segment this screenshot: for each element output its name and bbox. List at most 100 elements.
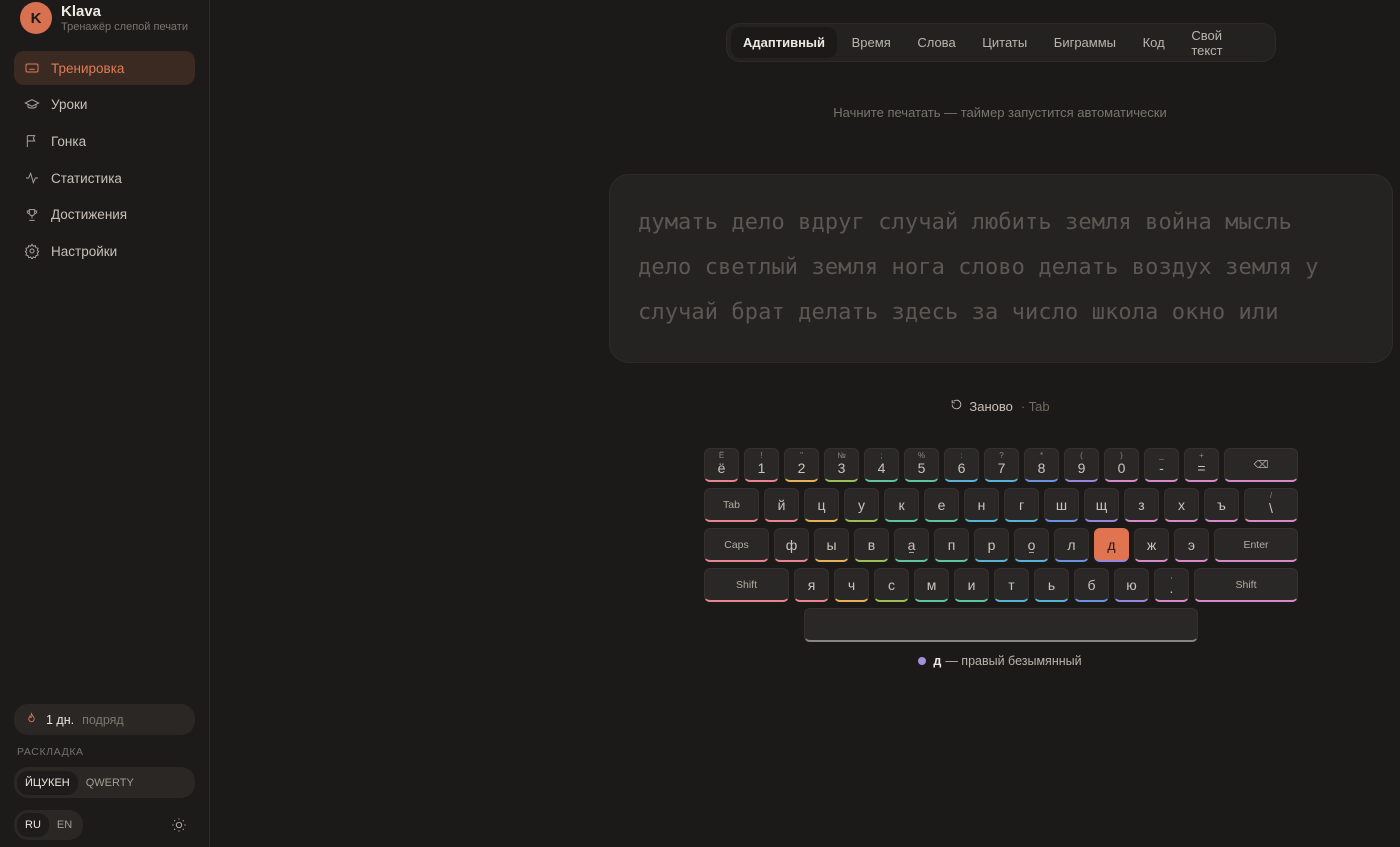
key[interactable]: (9: [1064, 448, 1099, 482]
home-key-bump: [1029, 552, 1034, 553]
restart-button[interactable]: Заново: [969, 399, 1012, 414]
key-label: е: [937, 496, 946, 513]
key[interactable]: Ёё: [704, 448, 739, 482]
key[interactable]: " 2: [784, 448, 819, 482]
key[interactable]: + =: [1184, 448, 1219, 482]
key-label: Enter: [1243, 538, 1269, 551]
space-key[interactable]: [804, 608, 1198, 642]
brand[interactable]: K Klava Тренажёр слепой печати: [20, 2, 188, 34]
key[interactable]: ц: [804, 488, 839, 522]
key[interactable]: д: [1094, 528, 1129, 562]
key[interactable]: о: [1014, 528, 1049, 562]
sidebar-item-graduation-cap[interactable]: Уроки: [14, 88, 195, 122]
streak-badge: 1 дн. подряд: [14, 704, 195, 735]
tab-mode[interactable]: Слова: [905, 27, 967, 58]
text-line: случай брат делать здесь за число школа …: [638, 300, 1279, 325]
key[interactable]: я: [794, 568, 829, 602]
key[interactable]: г: [1004, 488, 1039, 522]
key[interactable]: б: [1074, 568, 1109, 602]
key[interactable]: ы: [814, 528, 849, 562]
key[interactable]: у: [844, 488, 879, 522]
layout-option-qwerty[interactable]: QWERTY: [78, 771, 142, 795]
key[interactable]: е: [924, 488, 959, 522]
key[interactable]: ю: [1114, 568, 1149, 602]
sidebar-item-keyboard[interactable]: Тренировка: [14, 51, 195, 85]
key[interactable]: и: [954, 568, 989, 602]
key[interactable]: Tab: [704, 488, 759, 522]
key[interactable]: в: [854, 528, 889, 562]
key[interactable]: _ -: [1144, 448, 1179, 482]
sidebar: K Klava Тренажёр слепой печати Тренировк…: [0, 0, 210, 847]
sidebar-item-activity[interactable]: Статистика: [14, 161, 195, 195]
key[interactable]: № 3: [824, 448, 859, 482]
text-line: думать дело вдруг случай любить земля во…: [638, 210, 1292, 235]
finger-color-dot: [918, 657, 927, 665]
key[interactable]: н: [964, 488, 999, 522]
key[interactable]: к: [884, 488, 919, 522]
key-label: ш: [1055, 496, 1068, 513]
key[interactable]: ч: [834, 568, 869, 602]
key[interactable]: Caps: [704, 528, 769, 562]
sidebar-item-flag[interactable]: Гонка: [14, 124, 195, 158]
key[interactable]: а: [894, 528, 929, 562]
key[interactable]: ! 1: [744, 448, 779, 482]
key[interactable]: * 8: [1024, 448, 1059, 482]
tab-mode[interactable]: Адаптивный: [731, 27, 838, 58]
key[interactable]: х: [1164, 488, 1199, 522]
key[interactable]: э: [1174, 528, 1209, 562]
key[interactable]: ,.: [1154, 568, 1189, 602]
tab-mode[interactable]: Время: [840, 27, 903, 58]
key[interactable]: м: [914, 568, 949, 602]
key-label: 8: [1037, 459, 1046, 476]
key[interactable]: Shift: [1194, 568, 1298, 602]
key[interactable]: ; 4: [864, 448, 899, 482]
key-label: г: [1018, 496, 1025, 513]
key[interactable]: ) 0: [1104, 448, 1139, 482]
key-label: Shift: [735, 578, 757, 591]
key[interactable]: с: [874, 568, 909, 602]
layout-option-jcuken[interactable]: ЙЦУКЕН: [17, 770, 78, 795]
key[interactable]: ? 7: [984, 448, 1019, 482]
key[interactable]: п: [934, 528, 969, 562]
key[interactable]: ж: [1134, 528, 1169, 562]
restart-icon: [950, 398, 969, 414]
key[interactable]: :6: [944, 448, 979, 482]
key[interactable]: Enter: [1214, 528, 1298, 562]
key[interactable]: щ: [1084, 488, 1119, 522]
key[interactable]: т: [994, 568, 1029, 602]
tab-mode[interactable]: Код: [1131, 27, 1177, 58]
key[interactable]: р: [974, 528, 1009, 562]
restart-row: Заново · Tab: [700, 398, 1300, 414]
lang-option-ru[interactable]: RU: [17, 813, 49, 837]
key-label: ф: [785, 536, 798, 553]
tab-mode[interactable]: Цитаты: [970, 27, 1039, 58]
key[interactable]: ъ: [1204, 488, 1239, 522]
theme-toggle-button[interactable]: [171, 817, 187, 833]
key[interactable]: % 5: [904, 448, 939, 482]
typing-text-area[interactable]: думать дело вдруг случай любить земля во…: [609, 174, 1393, 363]
key[interactable]: й: [764, 488, 799, 522]
sidebar-item-trophy[interactable]: Достижения: [14, 198, 195, 232]
app-name: Klava: [61, 2, 102, 20]
key[interactable]: ⌫: [1224, 448, 1298, 482]
key-label: ё: [717, 459, 726, 476]
sidebar-item-gear[interactable]: Настройки: [14, 234, 195, 268]
key[interactable]: ф: [774, 528, 809, 562]
key-label: 7: [997, 459, 1006, 476]
gear-icon: [24, 243, 40, 260]
activity-icon: [24, 170, 40, 186]
key-label: =: [1197, 459, 1206, 476]
key[interactable]: Shift: [704, 568, 789, 602]
key[interactable]: / \: [1244, 488, 1298, 522]
lang-option-en[interactable]: EN: [49, 813, 80, 837]
home-key-bump: [909, 552, 914, 553]
key-label: 9: [1077, 459, 1086, 476]
key-label: 2: [797, 459, 806, 476]
key[interactable]: ш: [1044, 488, 1079, 522]
key[interactable]: з: [1124, 488, 1159, 522]
key[interactable]: ь: [1034, 568, 1069, 602]
sidebar-item-label: Гонка: [51, 133, 87, 149]
tab-mode[interactable]: Биграммы: [1042, 27, 1128, 58]
tab-mode[interactable]: Свой текст: [1179, 27, 1268, 58]
key[interactable]: л: [1054, 528, 1089, 562]
